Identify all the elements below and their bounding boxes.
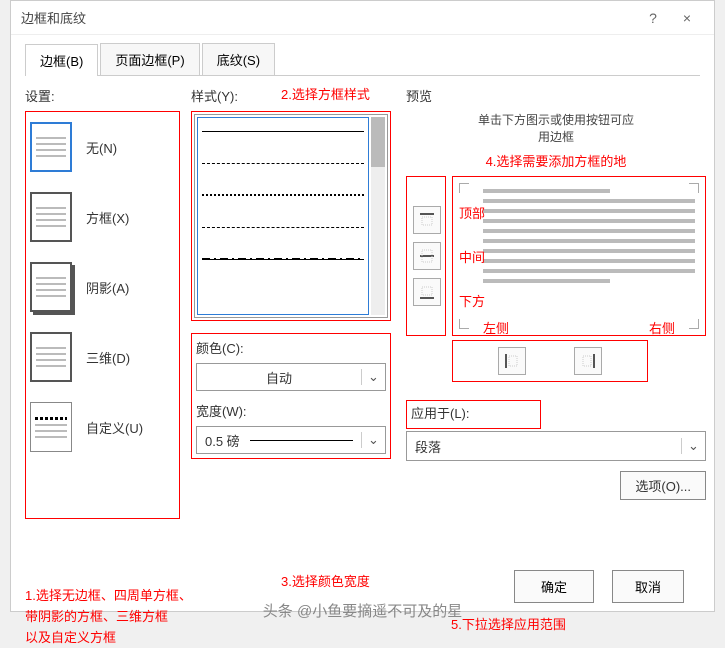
apply-label: 应用于(L): (411, 403, 536, 422)
dialog-title: 边框和底纹 (21, 8, 86, 27)
preview-canvas[interactable]: 顶部 中间 下方 左侧 右侧 (452, 176, 706, 336)
label-middle: 中间 (459, 247, 485, 266)
options-button[interactable]: 选项(O)... (620, 471, 706, 500)
style-scrollbar[interactable] (371, 117, 385, 315)
watermark: 头条 @小鱼要摘遥不可及的星 (0, 600, 725, 621)
titlebar: 边框和底纹 ? × (11, 1, 714, 35)
preview-side-buttons (406, 176, 446, 336)
setting-custom[interactable]: 自定义(U) (30, 402, 175, 452)
width-label: 宽度(W): (196, 401, 386, 420)
color-combo[interactable]: 自动 ⌄ (196, 363, 386, 391)
ok-button[interactable]: 确定 (514, 570, 594, 603)
annotation-2: 2.选择方框样式 (281, 84, 370, 103)
tab-shading[interactable]: 底纹(S) (202, 43, 275, 75)
setting-box[interactable]: 方框(X) (30, 192, 175, 242)
tab-border[interactable]: 边框(B) (25, 44, 98, 76)
setting-none[interactable]: 无(N) (30, 122, 175, 172)
label-top: 顶部 (459, 203, 485, 222)
cancel-button[interactable]: 取消 (612, 570, 684, 603)
settings-label: 设置: (25, 86, 180, 105)
border-left-button[interactable] (498, 347, 526, 375)
apply-to-combo[interactable]: 段落 ⌄ (406, 431, 706, 461)
chevron-down-icon[interactable]: ⌄ (681, 438, 705, 454)
help-icon[interactable]: ? (636, 10, 670, 26)
label-bottom: 下方 (459, 291, 485, 310)
width-combo[interactable]: 0.5 磅 ⌄ (196, 426, 386, 454)
chevron-down-icon[interactable]: ⌄ (361, 432, 385, 448)
borders-shading-dialog: 边框和底纹 ? × 边框(B) 页面边框(P) 底纹(S) 设置: 无(N) 方… (10, 0, 715, 612)
preview-hint: 单击下方图示或使用按钮可应用边框 (406, 111, 706, 145)
setting-shadow[interactable]: 阴影(A) (30, 262, 175, 312)
setting-3d[interactable]: 三维(D) (30, 332, 175, 382)
border-middle-button[interactable] (413, 242, 441, 270)
border-top-button[interactable] (413, 206, 441, 234)
color-label: 颜色(C): (196, 338, 386, 357)
annotation-4: 4.选择需要添加方框的地 (406, 151, 706, 170)
settings-list: 无(N) 方框(X) 阴影(A) 三维(D) 自定义(U) (25, 111, 180, 519)
tab-strip: 边框(B) 页面边框(P) 底纹(S) (25, 43, 700, 76)
tab-page-border[interactable]: 页面边框(P) (100, 43, 199, 75)
preview-label: 预览 (406, 86, 706, 105)
annotation-3: 3.选择颜色宽度 (281, 571, 370, 590)
close-icon[interactable]: × (670, 10, 704, 26)
border-right-button[interactable] (574, 347, 602, 375)
chevron-down-icon[interactable]: ⌄ (361, 369, 385, 385)
style-listbox[interactable] (194, 114, 388, 318)
label-right: 右侧 (649, 318, 675, 337)
dialog-body: 设置: 无(N) 方框(X) 阴影(A) 三维(D) (11, 76, 714, 561)
border-bottom-button[interactable] (413, 278, 441, 306)
label-left: 左侧 (483, 318, 509, 337)
